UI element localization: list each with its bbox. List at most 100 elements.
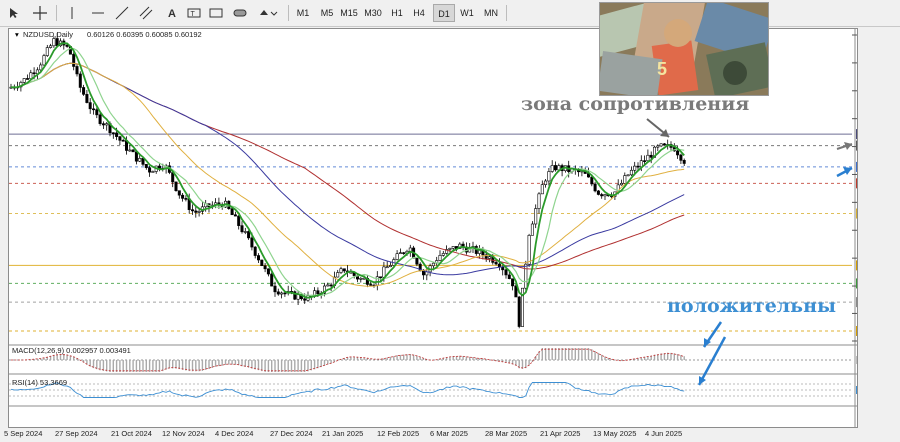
candle-body bbox=[530, 223, 534, 236]
candle-body bbox=[398, 252, 402, 255]
rectangle-icon[interactable] bbox=[206, 4, 226, 22]
tf-m1[interactable]: M1 bbox=[292, 4, 314, 22]
candle-body bbox=[316, 290, 320, 294]
candle-body bbox=[504, 269, 508, 276]
candle-body bbox=[177, 190, 181, 196]
candle-body bbox=[659, 143, 663, 147]
candle-body bbox=[431, 262, 435, 267]
candle-body bbox=[118, 136, 122, 141]
candle-body bbox=[52, 38, 56, 47]
date-axis-label: 21 Jan 2025 bbox=[322, 429, 364, 438]
tf-d1[interactable]: D1 bbox=[433, 4, 455, 22]
channel-icon[interactable] bbox=[136, 4, 156, 22]
candle-body bbox=[676, 150, 680, 156]
candle-body bbox=[151, 171, 155, 173]
tf-h4[interactable]: H4 bbox=[408, 4, 430, 22]
tf-m5[interactable]: M5 bbox=[316, 4, 338, 22]
candle-body bbox=[111, 132, 115, 135]
candle-body bbox=[270, 273, 274, 287]
tf-m30[interactable]: M30 bbox=[362, 4, 384, 22]
candle-body bbox=[379, 276, 383, 279]
candle-body bbox=[679, 154, 683, 161]
date-axis-label: 27 Sep 2024 bbox=[55, 429, 98, 438]
ellipse-icon[interactable] bbox=[230, 4, 250, 22]
candle-body bbox=[197, 211, 201, 213]
candle-body bbox=[362, 277, 366, 280]
ma-green-line bbox=[10, 42, 685, 299]
indicator-axis: 0.0080730.000000-0.0083211007050.0000300 bbox=[856, 343, 894, 410]
symbol-arrow-icon: ▾ bbox=[15, 30, 19, 39]
candle-body bbox=[441, 253, 445, 256]
tf-m15[interactable]: M15 bbox=[338, 4, 360, 22]
label-icon[interactable]: T bbox=[184, 4, 204, 22]
candle-body bbox=[266, 268, 270, 275]
candle-body bbox=[101, 123, 105, 126]
candle-body bbox=[682, 160, 686, 164]
date-axis-label: 6 Mar 2025 bbox=[430, 429, 468, 438]
candle-body bbox=[342, 268, 346, 272]
level-tag bbox=[856, 208, 894, 219]
candle-body bbox=[388, 265, 392, 268]
candle-body bbox=[296, 294, 300, 300]
candle-body bbox=[359, 278, 363, 280]
candle-body bbox=[82, 87, 86, 95]
candle-body bbox=[138, 158, 142, 162]
candle-body bbox=[283, 292, 287, 295]
candle-body bbox=[636, 165, 640, 168]
rsi-label: RSI(14) 53.3669 bbox=[12, 378, 67, 387]
date-axis-label: 12 Nov 2024 bbox=[162, 429, 205, 438]
vertical-line-icon[interactable] bbox=[62, 4, 82, 22]
candle-body bbox=[534, 208, 538, 225]
date-axis-label: 27 Dec 2024 bbox=[270, 429, 313, 438]
candle-body bbox=[448, 247, 452, 250]
candle-body bbox=[233, 214, 237, 217]
cursor-icon[interactable] bbox=[4, 4, 24, 22]
candle-body bbox=[507, 274, 511, 280]
candle-body bbox=[181, 194, 185, 199]
chart-symbol: NZDUSD,Daily bbox=[23, 30, 73, 39]
candle-body bbox=[385, 266, 389, 269]
candle-body bbox=[303, 298, 307, 301]
candle-body bbox=[339, 268, 343, 273]
rsi-line bbox=[9, 382, 852, 398]
trendline-icon[interactable] bbox=[112, 4, 132, 22]
tf-w1[interactable]: W1 bbox=[456, 4, 478, 22]
candle-body bbox=[39, 64, 43, 71]
candle-body bbox=[253, 246, 257, 256]
banknotes-image: 5 bbox=[599, 2, 769, 96]
candle-body bbox=[596, 190, 600, 195]
candle-body bbox=[75, 66, 79, 75]
resistance-annotation: зона сопротивления bbox=[521, 93, 749, 115]
candle-body bbox=[78, 73, 82, 88]
candle-body bbox=[72, 53, 76, 67]
candle-body bbox=[395, 253, 399, 260]
crosshair-icon[interactable] bbox=[30, 4, 50, 22]
candle-body bbox=[240, 225, 244, 233]
candle-body bbox=[49, 45, 53, 48]
level-tag bbox=[856, 140, 894, 151]
horizontal-line-icon[interactable] bbox=[88, 4, 108, 22]
candle-body bbox=[144, 164, 148, 168]
shapes-icon[interactable] bbox=[256, 4, 282, 22]
candle-body bbox=[633, 165, 637, 171]
level-tag bbox=[856, 325, 894, 336]
candles bbox=[9, 33, 686, 329]
candle-body bbox=[402, 252, 406, 254]
level-tag bbox=[856, 129, 894, 140]
rsi-value-tag bbox=[856, 386, 892, 394]
candle-body bbox=[105, 123, 109, 126]
tf-h1[interactable]: H1 bbox=[386, 4, 408, 22]
macd-label: MACD(12,26,9) 0.002957 0.003491 bbox=[12, 346, 131, 355]
date-axis-label: 21 Oct 2024 bbox=[111, 429, 152, 438]
candle-body bbox=[174, 181, 178, 191]
candle-body bbox=[421, 270, 425, 276]
candle-body bbox=[590, 176, 594, 185]
text-icon[interactable]: A bbox=[162, 4, 182, 22]
candle-body bbox=[85, 94, 89, 103]
candle-body bbox=[511, 278, 515, 287]
candle-body bbox=[600, 194, 604, 197]
chart-ohlc: 0.60126 0.60395 0.60085 0.60192 bbox=[87, 30, 202, 39]
candle-body bbox=[517, 296, 521, 327]
candle-body bbox=[98, 114, 102, 124]
tf-mn[interactable]: MN bbox=[480, 4, 502, 22]
